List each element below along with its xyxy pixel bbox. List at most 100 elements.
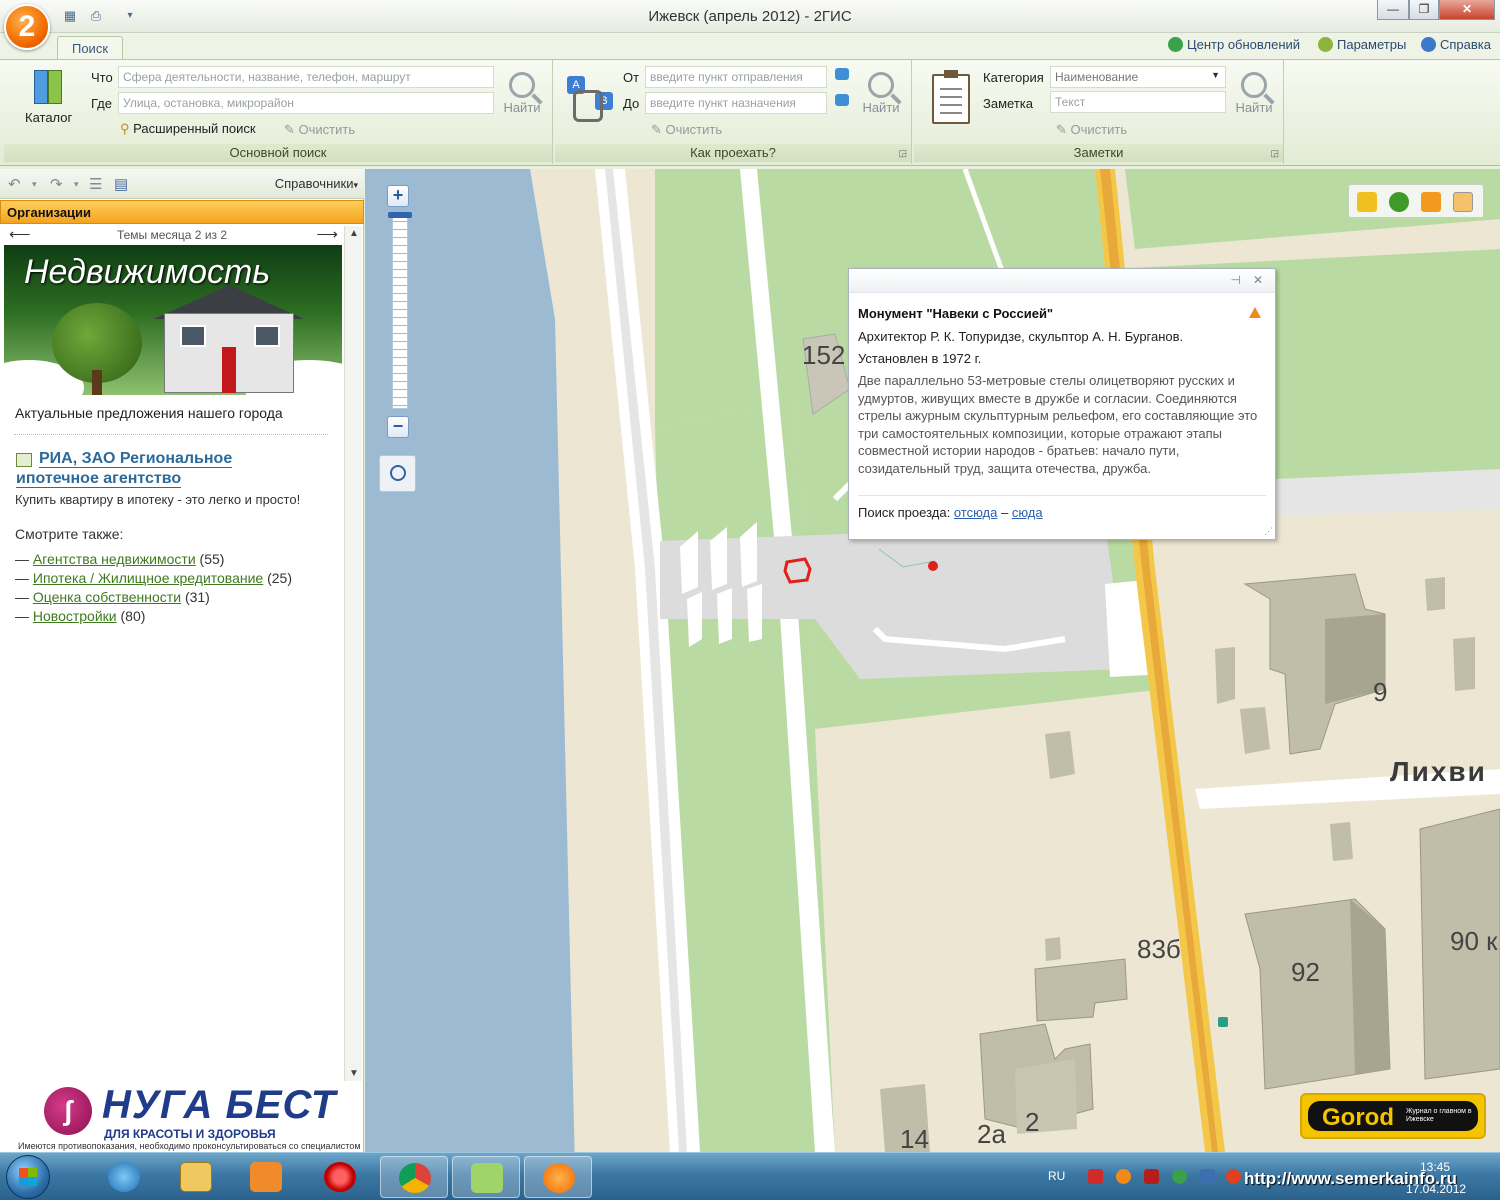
taskbar-media-player[interactable]: [232, 1156, 300, 1198]
resize-grip-icon[interactable]: ⋰: [1264, 526, 1273, 537]
what-input[interactable]: Сфера деятельности, название, телефон, м…: [118, 66, 494, 88]
zoom-slider-track[interactable]: [392, 213, 408, 409]
refresh-icon: [1168, 37, 1183, 52]
next-theme-arrow-icon[interactable]: ⟶: [316, 226, 338, 244]
see-also-link[interactable]: Агентства недвижимости: [33, 551, 196, 567]
notes-dialog-launcher-icon[interactable]: ◲: [1270, 148, 1279, 159]
language-indicator[interactable]: RU: [1048, 1169, 1065, 1183]
minimize-button[interactable]: —: [1377, 0, 1409, 20]
ribbon: Каталог Что Сфера деятельности, название…: [0, 59, 1500, 166]
zoom-slider-handle[interactable]: [388, 212, 412, 218]
building-number: 83б: [1137, 934, 1181, 964]
route-clear-button[interactable]: ✎ Очистить: [651, 122, 722, 138]
opera-icon: [324, 1162, 356, 1192]
list-view-icon[interactable]: ☰: [89, 175, 102, 193]
eraser-icon: ✎: [651, 122, 666, 137]
catalog-button[interactable]: [28, 68, 70, 108]
zoom-in-button[interactable]: +: [387, 185, 409, 207]
taskbar-ie[interactable]: [90, 1156, 158, 1198]
bus-stop-icon: [1218, 1017, 1228, 1027]
taskbar-app[interactable]: [452, 1156, 520, 1198]
route-find-button[interactable]: Найти: [859, 72, 903, 115]
settings-link[interactable]: Параметры: [1318, 37, 1406, 52]
route-to-here-link[interactable]: сюда: [1012, 505, 1043, 520]
notes-find-button[interactable]: Найти: [1232, 72, 1276, 115]
3d-view-icon[interactable]: [1453, 192, 1473, 212]
2gis-tray-icon[interactable]: [1116, 1169, 1131, 1184]
scroll-down-icon[interactable]: ▼: [349, 1068, 359, 1079]
ruler-icon[interactable]: [1357, 192, 1377, 212]
taskbar-opera[interactable]: [306, 1156, 374, 1198]
route-from-input[interactable]: введите пункт отправления: [645, 66, 827, 88]
maximize-button[interactable]: ❐: [1409, 0, 1439, 20]
organization-description: Купить квартиру в ипотеку - это легко и …: [15, 492, 301, 507]
start-button[interactable]: [6, 1155, 50, 1199]
building-number: 90 к: [1450, 926, 1498, 956]
tab-search[interactable]: Поиск: [57, 36, 123, 61]
icq-icon[interactable]: [1172, 1169, 1187, 1184]
route-group: A B От введите пункт отправления До введ…: [555, 60, 912, 164]
see-also-link[interactable]: Ипотека / Жилищное кредитование: [33, 570, 263, 586]
see-also-item: — Ипотека / Жилищное кредитование (25): [15, 570, 293, 586]
print-list-icon[interactable]: ▤: [114, 175, 128, 193]
banner-title: Недвижимость: [24, 253, 271, 291]
category-select[interactable]: Наименование ▼: [1050, 66, 1226, 88]
chrome-icon: [399, 1163, 431, 1193]
main-search-clear-button[interactable]: ✎ Очистить: [284, 122, 355, 138]
close-button[interactable]: ✕: [1439, 0, 1495, 20]
adobe-icon[interactable]: [1144, 1169, 1159, 1184]
globe-icon[interactable]: [1389, 192, 1409, 212]
clock-date[interactable]: 17.04.2012: [1406, 1182, 1466, 1196]
ad-warning: Имеются противопоказания, необходимо про…: [18, 1141, 361, 1151]
magnifier-tool-button[interactable]: [379, 455, 416, 492]
updates-center-link[interactable]: Центр обновлений: [1168, 37, 1300, 52]
back-history-chevron-icon[interactable]: ▾: [32, 179, 37, 190]
directories-menu[interactable]: Справочники▾: [275, 176, 358, 191]
window-title: Ижевск (апрель 2012) - 2ГИС: [648, 8, 852, 25]
alert-icon[interactable]: [1226, 1169, 1241, 1184]
advanced-search-link[interactable]: ⚲ Расширенный поиск: [120, 121, 256, 137]
where-label: Где: [91, 96, 112, 111]
left-panel-scrollbar[interactable]: ▲ ▼: [344, 226, 362, 1081]
previous-theme-arrow-icon[interactable]: ⟵: [9, 226, 31, 244]
real-estate-banner[interactable]: Недвижимость: [4, 245, 342, 395]
taskbar-explorer[interactable]: [162, 1156, 230, 1198]
zoom-out-button[interactable]: −: [387, 416, 409, 438]
gorod-ad-badge[interactable]: Gorod Журнал о главном в Ижевске: [1300, 1093, 1486, 1139]
clock-time[interactable]: 13:45: [1420, 1160, 1450, 1174]
ad-subtitle: ДЛЯ КРАСОТЫ И ЗДОРОВЬЯ: [104, 1127, 276, 1141]
note-input[interactable]: Текст: [1050, 91, 1226, 113]
map-tools-panel: [1348, 184, 1484, 218]
acrobat-icon[interactable]: [1088, 1169, 1103, 1184]
route-to-pick-icon[interactable]: [835, 94, 849, 106]
taskbar-2gis[interactable]: [524, 1156, 592, 1198]
back-icon[interactable]: ↶: [8, 175, 21, 193]
advertisement-banner[interactable]: ʃ НУГА БЕСТ ДЛЯ КРАСОТЫ И ЗДОРОВЬЯ Имеют…: [16, 1083, 361, 1151]
taskbar-chrome[interactable]: [380, 1156, 448, 1198]
help-link[interactable]: Справка: [1421, 37, 1491, 52]
notes-clear-button[interactable]: ✎ Очистить: [1056, 122, 1127, 138]
vk-icon[interactable]: [1200, 1169, 1215, 1184]
see-also-label: Смотрите также:: [15, 526, 124, 542]
forward-icon[interactable]: ↷: [50, 175, 63, 193]
main-search-find-button[interactable]: Найти: [500, 72, 544, 115]
popup-description: Две параллельно 53-метровые стелы олицет…: [858, 373, 1258, 476]
organizations-header[interactable]: Организации: [0, 200, 364, 224]
pin-icon[interactable]: ⊣: [1231, 273, 1241, 287]
scroll-up-icon[interactable]: ▲: [349, 228, 359, 239]
building-number: 2а: [977, 1119, 1006, 1149]
route-from-here-link[interactable]: отсюда: [954, 505, 998, 520]
route-to-input[interactable]: введите пункт назначения: [645, 92, 827, 114]
close-icon[interactable]: ✕: [1253, 273, 1263, 287]
see-also-link[interactable]: Новостройки: [33, 608, 117, 624]
app-logo-button[interactable]: 2: [4, 4, 50, 50]
forward-history-chevron-icon[interactable]: ▾: [74, 179, 79, 190]
where-input[interactable]: Улица, остановка, микрорайон: [118, 92, 494, 114]
2gis-icon: [543, 1163, 575, 1193]
route-dialog-launcher-icon[interactable]: ◲: [898, 148, 907, 159]
organization-link[interactable]: РИА, ЗАО Региональное ипотечное агентств…: [16, 449, 316, 489]
see-also-link[interactable]: Оценка собственности: [33, 589, 181, 605]
layers-icon[interactable]: [1421, 192, 1441, 212]
route-from-pick-icon[interactable]: [835, 68, 849, 80]
warning-icon[interactable]: [1249, 307, 1261, 318]
